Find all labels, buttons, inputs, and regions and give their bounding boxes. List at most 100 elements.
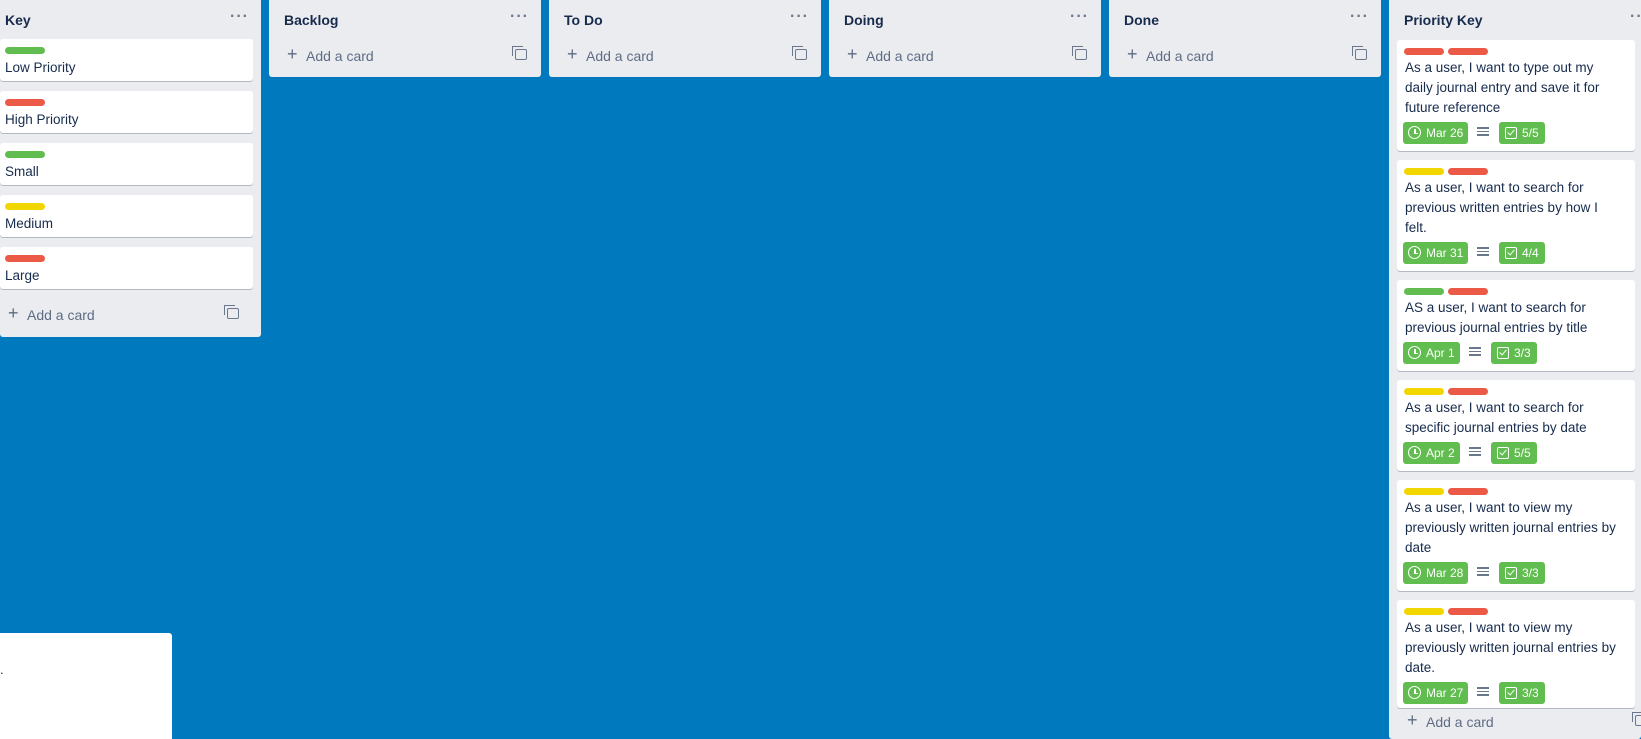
label-green (1404, 288, 1444, 295)
card-title: Small (5, 164, 39, 179)
story-card[interactable]: As a user, I want to view my previously … (1397, 480, 1635, 591)
card-template-icon[interactable] (512, 46, 527, 60)
list-menu-icon[interactable]: ··· (1350, 8, 1369, 26)
list-title[interactable]: Doing (844, 12, 884, 28)
add-card-label: Add a card (866, 48, 934, 64)
list-title[interactable]: Backlog (284, 12, 338, 28)
add-card-button[interactable]: + Add a card (549, 38, 821, 74)
board: Key ··· Low Priority High Priority Small… (0, 0, 1641, 739)
list-header: Priority Key ··· (1389, 0, 1641, 38)
checklist-badge: 3/3 (1499, 562, 1545, 584)
clock-icon (1408, 126, 1421, 139)
key-card-large[interactable]: Large (0, 247, 253, 289)
plus-icon: + (567, 44, 578, 64)
story-card[interactable]: As a user, I want to view my previously … (1397, 600, 1635, 708)
label-green (5, 151, 45, 158)
key-card-small[interactable]: Small (0, 143, 253, 185)
label-red (1448, 608, 1488, 615)
list-header: Doing ··· (829, 0, 1101, 38)
description-icon (1469, 347, 1481, 357)
plus-icon: + (1127, 44, 1138, 64)
key-card-medium[interactable]: Medium (0, 195, 253, 237)
add-card-label: Add a card (586, 48, 654, 64)
list-menu-icon[interactable]: ··· (510, 8, 529, 26)
list-title[interactable]: To Do (564, 12, 603, 28)
popup-panel: . (0, 633, 172, 739)
popup-text: . (0, 662, 4, 677)
checklist-icon (1505, 247, 1517, 259)
due-date-badge[interactable]: Mar 31 (1403, 242, 1468, 264)
clock-icon (1408, 346, 1421, 359)
label-red (5, 255, 45, 262)
card-title: As a user, I want to search for specific… (1405, 400, 1587, 435)
card-title: Large (5, 268, 40, 283)
list-key: Key ··· Low Priority High Priority Small… (0, 0, 261, 337)
list-header: To Do ··· (549, 0, 821, 38)
checklist-icon (1505, 127, 1517, 139)
description-icon (1477, 247, 1489, 257)
clock-icon (1408, 446, 1421, 459)
due-date-badge[interactable]: Mar 27 (1403, 682, 1468, 704)
card-template-icon[interactable] (1072, 46, 1087, 60)
list-backlog: Backlog ··· + Add a card (269, 0, 541, 77)
due-date-badge[interactable]: Mar 28 (1403, 562, 1468, 584)
checklist-badge: 4/4 (1499, 242, 1545, 264)
label-red (1448, 48, 1488, 55)
card-template-icon[interactable] (224, 305, 239, 319)
checklist-badge: 3/3 (1499, 682, 1545, 704)
checklist-badge: 3/3 (1491, 342, 1537, 364)
story-card[interactable]: As a user, I want to search for specific… (1397, 380, 1635, 471)
description-icon (1477, 127, 1489, 137)
list-menu-icon[interactable]: ··· (790, 8, 809, 26)
card-title: As a user, I want to view my previously … (1405, 620, 1616, 675)
add-card-button[interactable]: + Add a card (1389, 704, 1641, 739)
card-title: AS a user, I want to search for previous… (1405, 300, 1588, 335)
key-card-high-priority[interactable]: High Priority (0, 91, 253, 133)
due-date-badge[interactable]: Apr 2 (1403, 442, 1460, 464)
list-header: Done ··· (1109, 0, 1381, 38)
description-icon (1477, 567, 1489, 577)
clock-icon (1408, 246, 1421, 259)
label-red (1448, 488, 1488, 495)
label-yellow (5, 203, 45, 210)
label-red (5, 99, 45, 106)
list-title[interactable]: Key (5, 12, 31, 28)
add-card-label: Add a card (1146, 48, 1214, 64)
card-template-icon[interactable] (792, 46, 807, 60)
plus-icon: + (847, 44, 858, 64)
checklist-badge: 5/5 (1491, 442, 1537, 464)
card-template-icon[interactable] (1632, 712, 1641, 726)
list-header: Key ··· (0, 0, 261, 38)
clock-icon (1408, 566, 1421, 579)
add-card-button[interactable]: + Add a card (269, 38, 541, 74)
due-date-badge[interactable]: Apr 1 (1403, 342, 1460, 364)
list-priority-key: Priority Key ··· As a user, I want to ty… (1389, 0, 1641, 739)
list-menu-icon[interactable]: ··· (230, 8, 249, 26)
card-title: High Priority (5, 112, 79, 127)
checklist-icon (1505, 687, 1517, 699)
card-template-icon[interactable] (1352, 46, 1367, 60)
add-card-button[interactable]: + Add a card (0, 297, 261, 333)
add-card-label: Add a card (306, 48, 374, 64)
card-title: As a user, I want to type out my daily j… (1405, 60, 1600, 115)
add-card-button[interactable]: + Add a card (829, 38, 1101, 74)
checklist-icon (1505, 567, 1517, 579)
list-menu-icon[interactable]: ··· (1630, 8, 1641, 26)
checklist-icon (1497, 447, 1509, 459)
story-card[interactable]: AS a user, I want to search for previous… (1397, 280, 1635, 371)
story-card[interactable]: As a user, I want to type out my daily j… (1397, 40, 1635, 151)
label-yellow (1404, 388, 1444, 395)
card-title: Medium (5, 216, 54, 231)
list-title[interactable]: Done (1124, 12, 1159, 28)
key-card-low-priority[interactable]: Low Priority (0, 39, 253, 81)
add-card-button[interactable]: + Add a card (1109, 38, 1381, 74)
add-card-label: Add a card (27, 307, 95, 323)
list-title[interactable]: Priority Key (1404, 12, 1483, 28)
due-date-badge[interactable]: Mar 26 (1403, 122, 1468, 144)
label-yellow (1404, 608, 1444, 615)
list-menu-icon[interactable]: ··· (1070, 8, 1089, 26)
label-green (5, 47, 45, 54)
checklist-icon (1497, 347, 1509, 359)
story-card[interactable]: As a user, I want to search for previous… (1397, 160, 1635, 271)
label-red (1404, 48, 1444, 55)
